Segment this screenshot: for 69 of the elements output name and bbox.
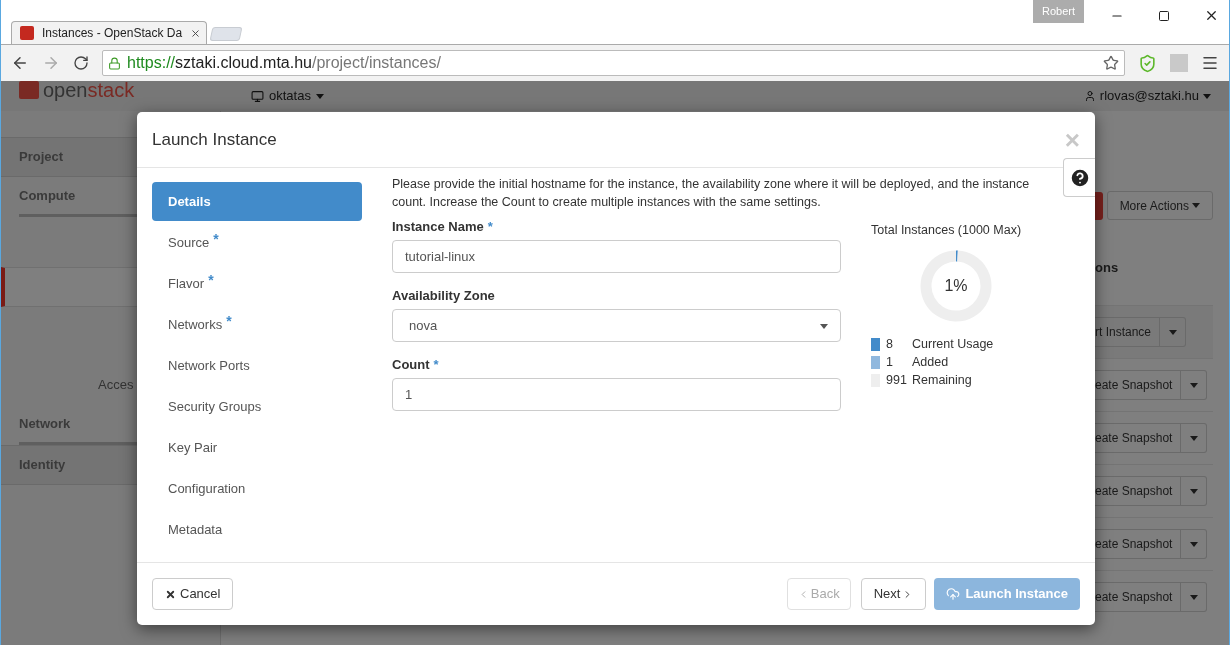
user-menu[interactable]: rlovas@sztaki.hu bbox=[1083, 86, 1211, 106]
cloud-upload-icon bbox=[946, 587, 961, 601]
required-mark: * bbox=[213, 230, 219, 249]
wizard-step[interactable]: Networks * bbox=[152, 305, 362, 344]
legend-count: 8 bbox=[886, 336, 894, 354]
wizard-step[interactable]: Metadata bbox=[152, 510, 362, 549]
wizard-step[interactable]: Flavor * bbox=[152, 264, 362, 303]
url-text: https://sztaki.cloud.mta.hu/project/instances/ bbox=[127, 53, 442, 73]
next-button[interactable]: Next bbox=[860, 578, 927, 610]
text-field[interactable]: tutorial-linux bbox=[392, 240, 841, 273]
browser-tab[interactable]: Instances - OpenStack Da bbox=[11, 21, 207, 44]
legend-label: Added bbox=[912, 354, 949, 372]
caret-icon bbox=[1189, 382, 1198, 388]
text-field[interactable]: 1 bbox=[392, 378, 841, 411]
more-actions-button[interactable]: More Actions bbox=[1106, 191, 1213, 220]
percent-label: 1% bbox=[944, 276, 968, 296]
field-label: Count bbox=[392, 356, 430, 374]
close-icon bbox=[165, 588, 176, 600]
caret-icon bbox=[1168, 329, 1177, 335]
zone-select[interactable]: nova bbox=[392, 309, 841, 342]
row-action-button[interactable]: eate Snapshot bbox=[1095, 582, 1208, 612]
legend-count: 1 bbox=[886, 354, 894, 372]
close-icon[interactable] bbox=[190, 27, 202, 39]
logo-icon bbox=[19, 81, 39, 99]
caret-icon bbox=[1189, 541, 1198, 547]
required-mark: * bbox=[487, 218, 493, 236]
caret-icon bbox=[1203, 93, 1211, 99]
column-heading: ons bbox=[1095, 259, 1119, 277]
logo-text: openstack bbox=[43, 80, 135, 100]
legend-label: Remaining bbox=[912, 372, 972, 390]
dropdown-icon bbox=[820, 323, 828, 329]
row-action-button[interactable]: eate Snapshot bbox=[1095, 476, 1208, 506]
required-mark: * bbox=[433, 356, 439, 374]
close-icon[interactable] bbox=[1204, 8, 1219, 23]
wizard-step[interactable]: Network Ports bbox=[152, 346, 362, 385]
wizard-step[interactable]: Details bbox=[152, 182, 362, 221]
caret-icon bbox=[315, 93, 324, 99]
caret-icon bbox=[1189, 594, 1198, 600]
cancel-button[interactable]: Cancel bbox=[152, 578, 234, 610]
row-action-button[interactable]: eate Snapshot bbox=[1095, 529, 1208, 559]
project-dropdown[interactable]: oktatas bbox=[251, 86, 324, 106]
caret-icon bbox=[1192, 203, 1200, 208]
legend-label: Current Usage bbox=[912, 336, 994, 354]
reload-icon[interactable] bbox=[73, 55, 89, 71]
menu-icon[interactable] bbox=[1201, 54, 1219, 72]
field-label: Availability Zone bbox=[392, 287, 495, 305]
required-mark: * bbox=[226, 312, 232, 331]
back-icon[interactable] bbox=[11, 54, 29, 72]
intro-text: Please provide the initial hostname for the instance, the availability zone where it will be deployed, and the instance count. Increase the Count to create multiple instances with the same settings. bbox=[392, 176, 1031, 211]
star-icon[interactable] bbox=[1103, 55, 1119, 71]
caret-icon bbox=[1189, 435, 1198, 441]
maximize-icon[interactable] bbox=[1158, 9, 1170, 22]
row-action-button[interactable]: eate Snapshot bbox=[1095, 370, 1208, 400]
tab-title: Instances - OpenStack Da bbox=[42, 25, 183, 42]
caret-icon bbox=[1189, 488, 1198, 494]
required-mark: * bbox=[208, 271, 214, 290]
wizard-step[interactable]: Source * bbox=[152, 223, 362, 262]
user-icon bbox=[1083, 90, 1096, 102]
legend-count: 991 bbox=[886, 372, 908, 390]
favicon-icon bbox=[20, 26, 34, 40]
help-button[interactable] bbox=[1063, 158, 1095, 197]
quota-title: Total Instances (1000 Max) bbox=[871, 223, 1022, 237]
profile-name[interactable]: Robert bbox=[1032, 0, 1084, 23]
field-label: Instance Name bbox=[392, 218, 484, 236]
address-bar[interactable]: https://sztaki.cloud.mta.hu/project/instances/ bbox=[102, 50, 1125, 76]
help-icon bbox=[1068, 166, 1091, 189]
row-action-button[interactable]: eate Snapshot bbox=[1095, 423, 1208, 453]
lock-icon bbox=[108, 56, 121, 70]
monitor-icon bbox=[251, 89, 264, 103]
